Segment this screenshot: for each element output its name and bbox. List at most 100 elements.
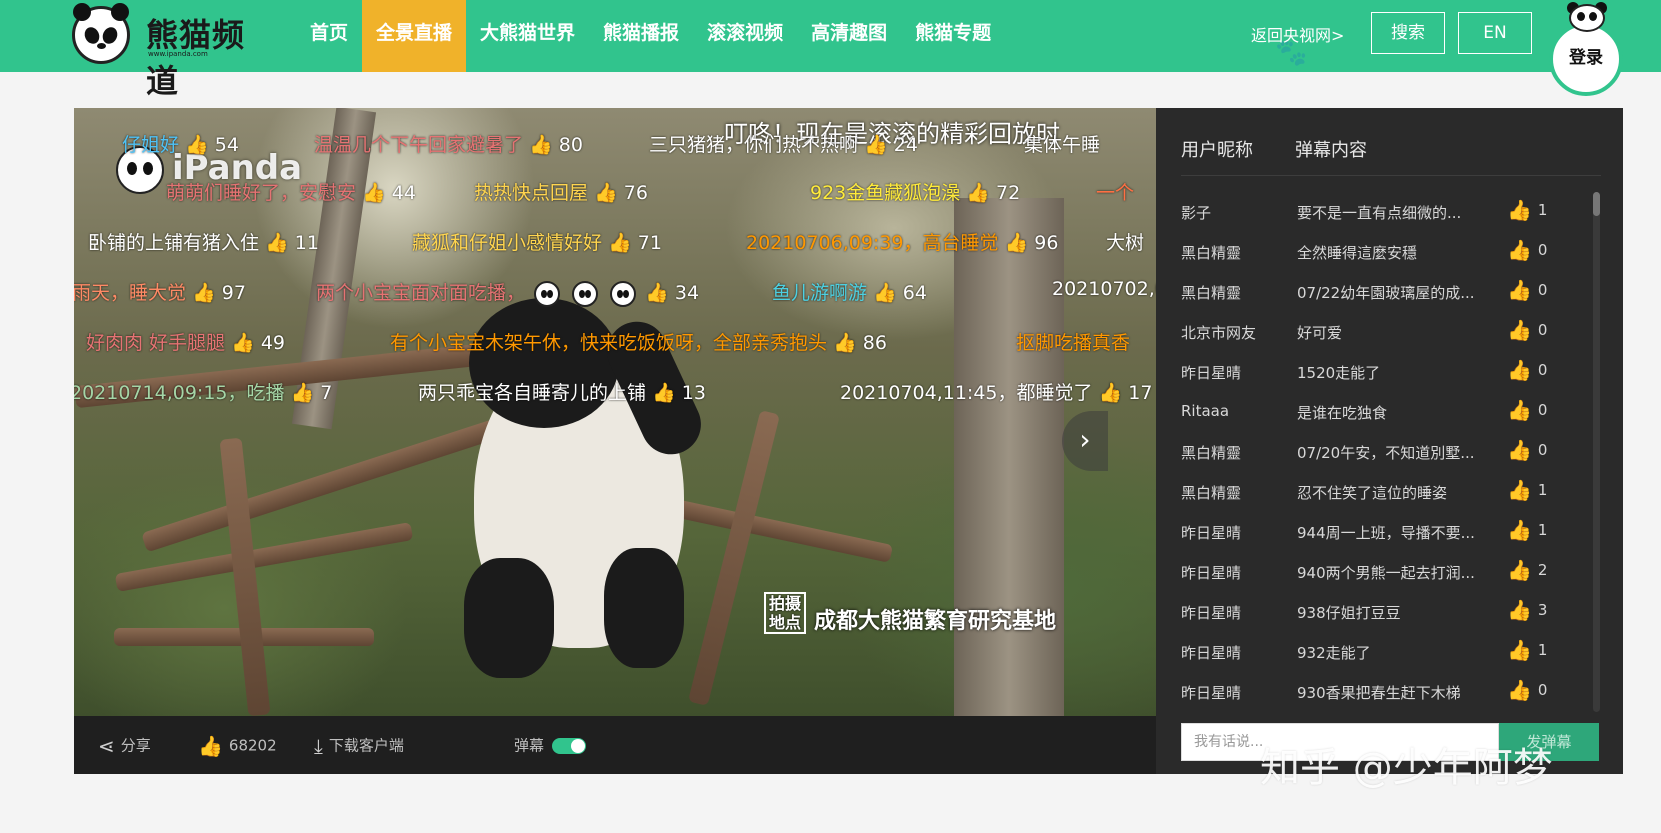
row-like-count: 2	[1537, 561, 1548, 579]
row-content: 要不是一直有点细微的...	[1297, 204, 1462, 222]
danmaku-list-row[interactable]: 北京市网友 好可爱 👍 0	[1181, 312, 1581, 352]
nav-panda-news[interactable]: 熊猫播报	[589, 0, 693, 72]
danmaku-item[interactable]: 20210702,0	[1052, 278, 1156, 300]
toggle-switch[interactable]	[552, 737, 587, 754]
danmaku-likes: 97	[221, 282, 246, 304]
scrollbar-thumb[interactable]	[1593, 192, 1600, 216]
nav-videos[interactable]: 滚滚视频	[693, 0, 797, 72]
like-button[interactable]: 👍 68202	[198, 716, 277, 774]
danmaku-toggle[interactable]: 弹幕	[514, 716, 587, 774]
danmaku-likes: 76	[623, 182, 648, 204]
row-user: 昨日星晴	[1181, 524, 1242, 542]
scrollbar[interactable]	[1593, 192, 1600, 712]
danmaku-list-row[interactable]: 昨日星晴 1520走能了 👍 0	[1181, 352, 1581, 392]
danmaku-item[interactable]: 一个	[1096, 178, 1134, 205]
row-user: 北京市网友	[1181, 324, 1257, 342]
danmaku-item[interactable]: 20210704,11:45，都睡觉了 👍 17	[840, 378, 1152, 405]
search-button[interactable]: 搜索	[1371, 12, 1445, 54]
thumbs-up-icon: 👍	[1004, 232, 1029, 254]
share-icon: ⋖	[98, 733, 115, 758]
danmaku-item[interactable]: 好肉肉 好手腿腿 👍 49	[86, 328, 285, 355]
danmaku-likes: 54	[214, 134, 239, 156]
row-like-button[interactable]: 👍 0	[1507, 398, 1567, 422]
danmaku-likes: 7	[320, 382, 333, 404]
site-logo[interactable]: 熊猫频道 www.ipanda.com	[72, 3, 272, 100]
danmaku-item[interactable]: 三只猪猪，你们热不热啊 👍 24	[649, 130, 918, 157]
danmaku-item[interactable]: 923金鱼藏狐泡澡 👍 72	[810, 178, 1020, 205]
row-user: 昨日星晴	[1181, 644, 1242, 662]
danmaku-item[interactable]: 两个小宝宝面对面吃播， 👍 34	[316, 278, 699, 307]
row-like-button[interactable]: 👍 0	[1507, 278, 1567, 302]
row-like-button[interactable]: 👍 1	[1507, 638, 1567, 662]
danmaku-item[interactable]: 萌萌们睡好了，安慰安 👍 44	[166, 178, 416, 205]
danmaku-likes: 86	[862, 332, 887, 354]
like-count: 68202	[228, 736, 277, 755]
danmaku-text: 两只乖宝各自睡寄儿的上铺	[418, 382, 647, 404]
danmaku-item[interactable]: 热热快点回屋 👍 76	[474, 178, 648, 205]
danmaku-item[interactable]: 抠脚吃播真香	[1016, 328, 1130, 355]
danmaku-item[interactable]: 藏狐和仔姐小感情好好 👍 71	[412, 228, 662, 255]
back-to-cctv-link[interactable]: 返回央视网>	[1251, 22, 1344, 46]
nav-live[interactable]: 全景直播	[362, 0, 467, 72]
danmaku-text: 抠脚吃播真香	[1016, 332, 1131, 354]
nav-photos[interactable]: 高清趣图	[797, 0, 901, 72]
danmaku-list-row[interactable]: 黑白精靈 07/20午安，不知道別墅... 👍 0	[1181, 432, 1581, 472]
row-like-count: 1	[1537, 201, 1548, 219]
danmaku-item[interactable]: 两只乖宝各自睡寄儿的上铺 👍 13	[418, 378, 706, 405]
danmaku-item[interactable]: 卧铺的上铺有猪入住 👍 11	[88, 228, 319, 255]
row-content: 932走能了	[1297, 644, 1371, 662]
row-content: 938仔姐打豆豆	[1297, 604, 1401, 622]
danmaku-list-row[interactable]: 黑白精靈 忍不住笑了這位的睡姿 👍 1	[1181, 472, 1581, 512]
danmaku-text: 温温几个下午回家避暑了	[314, 134, 524, 156]
danmaku-item[interactable]: 大树	[1106, 228, 1144, 255]
danmaku-item[interactable]: 20210706,09:39，高台睡觉 👍 96	[746, 228, 1058, 255]
danmaku-list-row[interactable]: 昨日星晴 932走能了 👍 1	[1181, 632, 1581, 672]
danmaku-item[interactable]: 集体午睡	[1024, 130, 1100, 157]
danmaku-item[interactable]: 鱼儿游啊游 👍 64	[772, 278, 927, 305]
row-content: 全然睡得這麼安穩	[1297, 244, 1418, 262]
danmaku-list-row[interactable]: 昨日星晴 940两个男熊一起去打润... 👍 2	[1181, 552, 1581, 592]
danmaku-list-row[interactable]: 昨日星晴 938仔姐打豆豆 👍 3	[1181, 592, 1581, 632]
row-like-button[interactable]: 👍 1	[1507, 198, 1567, 222]
row-like-button[interactable]: 👍 0	[1507, 678, 1567, 702]
danmaku-item[interactable]: 仔姐好 👍 54	[122, 130, 239, 157]
danmaku-list-row[interactable]: 昨日星晴 930香果把春生赶下木梯 👍 0	[1181, 672, 1581, 712]
danmaku-list-row[interactable]: 影子 要不是一直有点细微的... 👍 1	[1181, 192, 1581, 232]
nav-topics[interactable]: 熊猫专题	[901, 0, 1005, 72]
row-like-button[interactable]: 👍 3	[1507, 598, 1567, 622]
danmaku-text: 20210706,09:39，高台睡觉	[746, 232, 999, 254]
row-like-button[interactable]: 👍 2	[1507, 558, 1567, 582]
row-like-button[interactable]: 👍 0	[1507, 358, 1567, 382]
row-like-button[interactable]: 👍 1	[1507, 518, 1567, 542]
danmaku-item[interactable]: 雨天，睡大觉 👍 97	[74, 278, 246, 305]
row-like-button[interactable]: 👍 0	[1507, 238, 1567, 262]
wooden-post	[219, 437, 271, 716]
thumbs-up-icon: 👍	[529, 134, 553, 156]
row-user: 影子	[1181, 204, 1212, 222]
danmaku-list-row[interactable]: 黑白精靈 07/22幼年園玻璃屋的成... 👍 0	[1181, 272, 1581, 312]
danmaku-item[interactable]: 有个小宝宝木架午休，快来吃饭饭呀，全部亲秀抱头 👍 86	[390, 328, 887, 355]
danmaku-item[interactable]: 温温几个下午回家避暑了 👍 80	[314, 130, 583, 157]
danmaku-list-row[interactable]: 昨日星晴 944周一上班，导播不要... 👍 1	[1181, 512, 1581, 552]
danmaku-list-row[interactable]: 黑白精靈 全然睡得這麼安穩 👍 0	[1181, 232, 1581, 272]
nav-home[interactable]: 首页	[296, 0, 362, 72]
panda-emoji-icon	[572, 280, 599, 307]
language-en-button[interactable]: EN	[1458, 12, 1532, 54]
row-like-button[interactable]: 👍 0	[1507, 318, 1567, 342]
thumbs-up-icon: 👍	[1507, 518, 1532, 542]
thumbs-up-icon: 👍	[1507, 398, 1532, 422]
danmaku-text: 好肉肉 好手腿腿	[86, 332, 226, 354]
row-content: 07/22幼年園玻璃屋的成...	[1297, 284, 1475, 302]
share-button[interactable]: ⋖ 分享	[98, 716, 151, 774]
row-like-count: 0	[1537, 441, 1548, 459]
nav-panda-world[interactable]: 大熊猫世界	[466, 0, 589, 72]
row-like-button[interactable]: 👍 0	[1507, 438, 1567, 462]
danmaku-list-row[interactable]: Ritaaa 是谁在吃独食 👍 0	[1181, 392, 1581, 432]
row-like-button[interactable]: 👍 1	[1507, 478, 1567, 502]
download-client-button[interactable]: ⤓ 下载客户端	[314, 716, 404, 774]
row-content: 940两个男熊一起去打润...	[1297, 564, 1475, 582]
row-content: 忍不住笑了這位的睡姿	[1297, 484, 1448, 502]
danmaku-text: 鱼儿游啊游	[772, 282, 868, 304]
live-video-player[interactable]: iPanda 叮咚！现在是滚滚的精彩回放时 拍摄地点 成都大熊猫繁育研究基地 仔…	[74, 108, 1156, 716]
danmaku-item[interactable]: 20210714,09:15，吃播 👍 7	[74, 378, 332, 405]
